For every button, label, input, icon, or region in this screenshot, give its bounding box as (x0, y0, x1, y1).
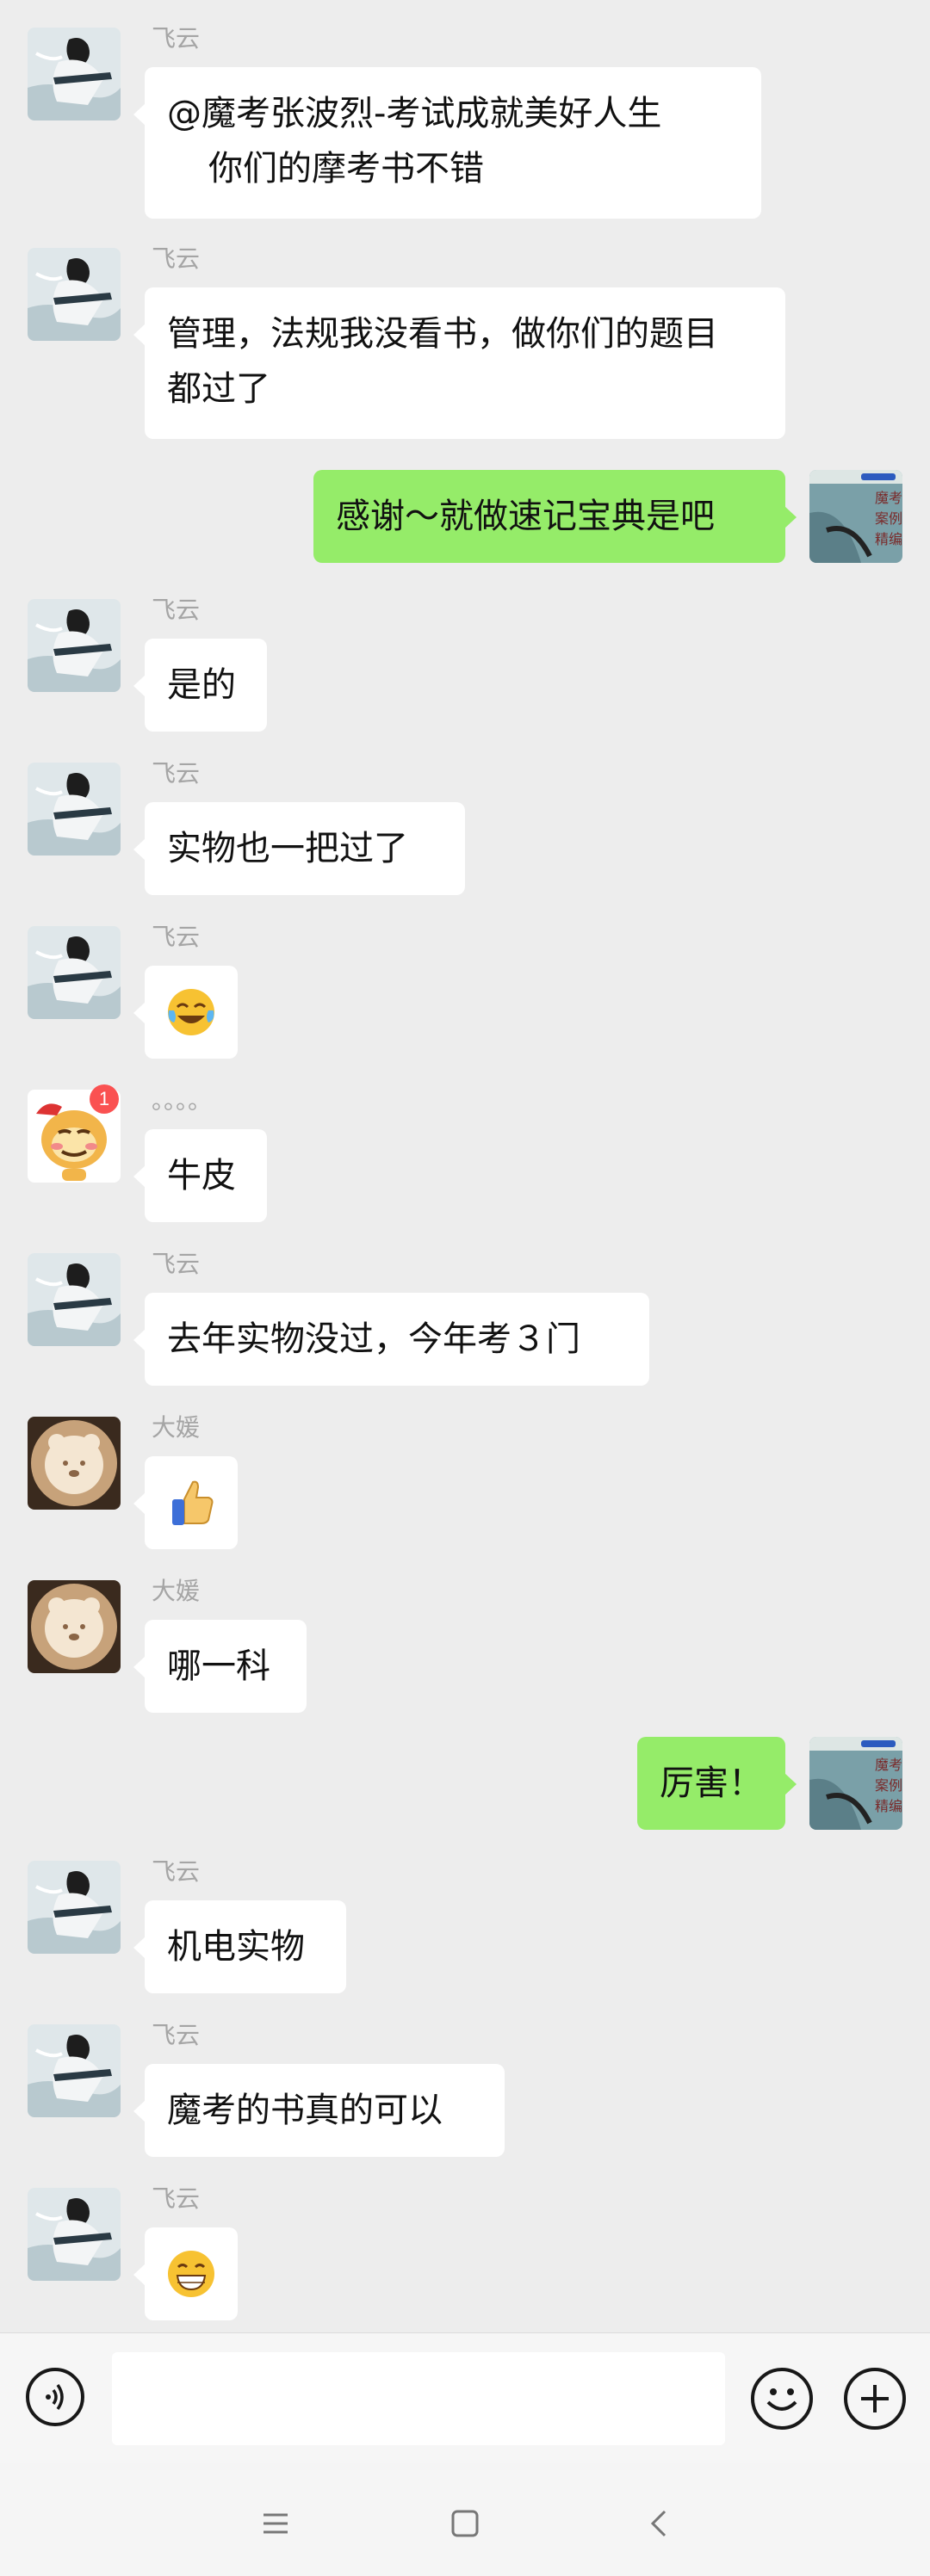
book-cover-avatar[interactable]: 魔 考 案 例 精 编 (809, 1737, 902, 1830)
swordsman-avatar[interactable] (28, 2188, 121, 2281)
swordsman-avatar[interactable] (28, 1861, 121, 1954)
swordsman-avatar[interactable] (28, 1253, 121, 1346)
sender-name: 飞云 (152, 596, 201, 624)
message-text: 你们的摩考书不错 (208, 149, 484, 188)
message-bubble[interactable]: 是的 (133, 639, 267, 732)
chat-area[interactable]: 飞云 @魔考张波烈-考试成就美好人生 你们的摩考书不错 飞云 管理，法规我没看书… (0, 0, 930, 2332)
book-title-char: 案 (875, 510, 889, 527)
book-title-char: 编 (889, 531, 902, 547)
swordsman-avatar[interactable] (28, 2024, 121, 2117)
sender-name: 飞云 (152, 923, 201, 951)
message-bubble[interactable]: 实物也一把过了 (133, 802, 465, 895)
message-bubble[interactable]: 牛皮 (133, 1129, 267, 1222)
latte-art-avatar[interactable] (28, 1417, 121, 1510)
message-text: 哪一科 (167, 1646, 270, 1686)
swordsman-avatar[interactable] (28, 763, 121, 856)
swordsman-avatar[interactable] (28, 28, 121, 120)
input-bar (0, 2332, 930, 2464)
book-title-char: 魔 (875, 490, 889, 506)
emoji-icon[interactable] (751, 2368, 813, 2430)
sender-name: 飞云 (152, 2184, 201, 2213)
book-title-char: 精 (875, 531, 889, 547)
message-text: 魔考的书真的可以 (167, 2091, 443, 2130)
voice-icon[interactable] (26, 2368, 84, 2426)
swordsman-avatar[interactable] (28, 248, 121, 341)
book-title-char: 编 (889, 1798, 902, 1814)
sender-name: 飞云 (152, 2021, 201, 2049)
sender-name: 大媛 (152, 1413, 201, 1442)
message-bubble[interactable] (133, 1456, 238, 1549)
message-bubble[interactable]: 感谢～就做速记宝典是吧 (313, 470, 797, 563)
sender-name: 大媛 (152, 1577, 201, 1605)
menu-icon[interactable] (250, 2498, 301, 2549)
sender-name: 飞云 (152, 244, 201, 273)
message-text: 感谢～就做速记宝典是吧 (336, 497, 715, 536)
message-bubble[interactable]: 哪一科 (133, 1620, 307, 1713)
swordsman-avatar[interactable] (28, 599, 121, 692)
message-text: 机电实物 (167, 1927, 305, 1967)
grinning-emoji (168, 2251, 214, 2297)
sender-name: 飞云 (152, 24, 201, 53)
message-bubble[interactable]: 厉害！ (637, 1737, 797, 1830)
message-bubble[interactable]: 管理，法规我没看书，做你们的题目 都过了 (133, 287, 785, 439)
book-cover-avatar[interactable]: 魔 考 案 例 精 编 (809, 470, 902, 563)
message-bubble[interactable]: 机电实物 (133, 1900, 346, 1993)
book-title-char: 魔 (875, 1757, 889, 1773)
book-title-char: 考 (889, 490, 902, 506)
book-title-char: 考 (889, 1757, 902, 1773)
book-title-char: 例 (889, 1777, 902, 1794)
message-text: 是的 (167, 665, 236, 705)
thumbs-up-emoji (172, 1480, 214, 1525)
message-input[interactable] (112, 2352, 725, 2445)
message-text: 实物也一把过了 (167, 829, 408, 868)
message-text: 去年实物没过，今年考３门 (167, 1319, 580, 1359)
unread-badge: 1 (90, 1084, 119, 1114)
system-nav-bar (0, 2463, 930, 2576)
book-title-char: 精 (875, 1798, 889, 1814)
book-title-char: 案 (875, 1777, 889, 1794)
message-bubble[interactable]: @魔考张波烈-考试成就美好人生 你们的摩考书不错 (133, 67, 761, 219)
sender-name: 飞云 (152, 1857, 201, 1886)
message-bubble[interactable] (133, 2227, 238, 2320)
book-title-char: 例 (889, 510, 902, 527)
message-bubble[interactable] (133, 966, 238, 1059)
sender-name: 。。。。 (152, 1086, 213, 1115)
swordsman-avatar[interactable] (28, 926, 121, 1019)
back-icon[interactable] (634, 2498, 685, 2549)
tears-of-joy-emoji (168, 989, 214, 1035)
message-bubble[interactable]: 去年实物没过，今年考３门 (133, 1293, 649, 1386)
message-text: 厉害！ (660, 1764, 763, 1803)
latte-art-avatar[interactable] (28, 1580, 121, 1673)
message-text: 牛皮 (167, 1156, 236, 1195)
sender-name: 飞云 (152, 1250, 201, 1278)
message-text: 管理，法规我没看书，做你们的题目 (167, 314, 718, 354)
message-bubble[interactable]: 魔考的书真的可以 (133, 2064, 505, 2157)
message-text: 都过了 (167, 369, 270, 409)
monkey-avatar[interactable]: 1 (28, 1084, 121, 1183)
message-text: @魔考张波烈-考试成就美好人生 (167, 94, 662, 133)
plus-icon[interactable] (844, 2368, 906, 2430)
sender-name: 飞云 (152, 759, 201, 788)
home-icon[interactable] (439, 2498, 491, 2549)
